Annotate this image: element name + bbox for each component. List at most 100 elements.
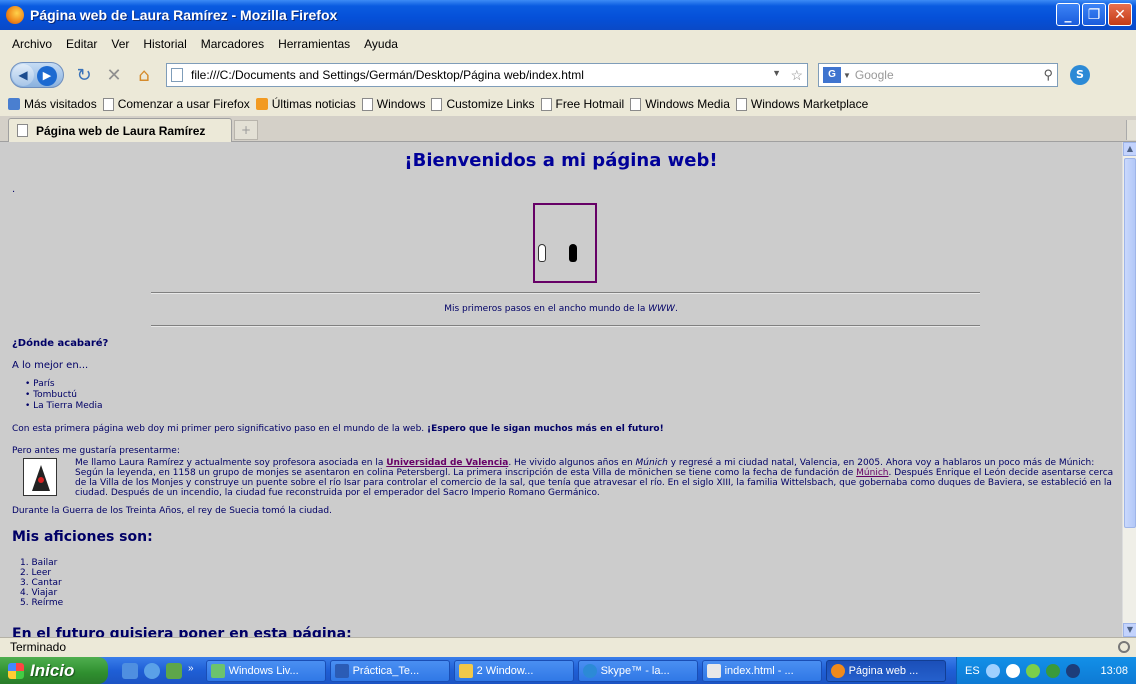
maybe-text: A lo mejor en... [12, 360, 89, 371]
taskbar-button-firefox[interactable]: Página web ... [825, 659, 946, 682]
scroll-up-icon[interactable]: ▲ [1123, 142, 1136, 156]
search-icon[interactable]: ⚲ [1043, 67, 1053, 83]
menu-archivo[interactable]: Archivo [10, 35, 54, 53]
list-item: Tombuctú [25, 390, 102, 401]
bookmark-comenzar[interactable]: Comenzar a usar Firefox [102, 97, 250, 111]
list-item: 4. Viajar [20, 588, 58, 598]
maximize-button[interactable]: ❐ [1082, 3, 1106, 26]
engine-dropdown-icon[interactable]: ▼ [843, 71, 851, 80]
scroll-down-icon[interactable]: ▼ [1123, 623, 1136, 637]
browser-icon[interactable] [144, 662, 160, 679]
skype-icon[interactable]: S [1070, 65, 1090, 85]
stop-icon[interactable]: ✕ [104, 65, 124, 86]
close-button[interactable]: ✕ [1108, 3, 1132, 26]
bookmark-windows-marketplace[interactable]: Windows Marketplace [735, 97, 869, 111]
page-icon [431, 97, 443, 111]
menu-historial[interactable]: Historial [141, 35, 188, 53]
bookmark-ultimas-noticias[interactable]: Últimas noticias [255, 97, 356, 111]
menu-bar: Archivo Editar Ver Historial Marcadores … [0, 30, 1136, 58]
bookmark-label: Windows Media [645, 97, 730, 111]
minimize-button[interactable]: _ [1056, 3, 1080, 26]
first-page-bold: ¡Espero que le sigan muchos más en el fu… [427, 424, 664, 434]
list-item: 5. Reírme [20, 598, 64, 608]
security-icon[interactable] [1025, 663, 1040, 678]
messenger-tray-icon[interactable] [1045, 663, 1060, 678]
list-item: La Tierra Media [25, 401, 102, 412]
reload-icon[interactable]: ↻ [74, 65, 94, 86]
volume-icon[interactable] [1005, 663, 1020, 678]
tab-scroll-button[interactable] [1126, 120, 1136, 140]
taskbar-label: Windows Liv... [228, 664, 299, 677]
google-engine-icon[interactable]: G [823, 67, 841, 83]
bookmark-customize-links[interactable]: Customize Links [431, 97, 535, 111]
list-item: 2. Leer [20, 568, 52, 578]
bookmark-windows-media[interactable]: Windows Media [630, 97, 730, 111]
navigation-toolbar: ◀ ▶ ↻ ✕ ⌂ file:///C:/Documents and Setti… [0, 58, 1136, 92]
menu-ver[interactable]: Ver [109, 35, 131, 53]
title-bar: Página web de Laura Ramírez - Mozilla Fi… [0, 0, 1136, 30]
show-desktop-icon[interactable] [122, 662, 138, 679]
clock: 13:08 [1100, 664, 1128, 677]
bookmark-mas-visitados[interactable]: Más visitados [8, 97, 97, 111]
bookmarks-bar: Más visitados Comenzar a usar Firefox Úl… [0, 92, 1136, 116]
taskbar-button-windows-group[interactable]: 2 Window... [453, 659, 574, 682]
page-icon [361, 97, 373, 111]
taskbar-label: Página web ... [848, 664, 919, 677]
page-icon [540, 97, 552, 111]
menu-ayuda[interactable]: Ayuda [362, 35, 400, 53]
munich-link[interactable]: Múnich [856, 468, 888, 478]
language-indicator[interactable]: ES [965, 665, 980, 677]
start-button[interactable]: Inicio [0, 657, 108, 684]
home-icon[interactable]: ⌂ [134, 65, 154, 86]
taskbar-label: index.html - ... [724, 664, 794, 677]
taskbar-button-practica[interactable]: Práctica_Te... [329, 659, 450, 682]
bookmark-star-icon[interactable]: ☆ [790, 67, 803, 84]
most-visited-icon [8, 98, 20, 110]
right-footprint [569, 244, 577, 262]
taskbar-button-index[interactable]: index.html - ... [701, 659, 822, 682]
bookmark-label: Customize Links [446, 97, 535, 111]
bookmark-label: Windows Marketplace [750, 97, 869, 111]
menu-herramientas[interactable]: Herramientas [276, 35, 352, 53]
menu-editar[interactable]: Editar [64, 35, 99, 53]
forward-icon[interactable]: ▶ [37, 66, 57, 86]
tab-active[interactable]: Página web de Laura Ramírez [8, 118, 232, 142]
window-title: Página web de Laura Ramírez - Mozilla Fi… [30, 7, 338, 23]
back-icon[interactable]: ◀ [12, 64, 34, 86]
tagline-end: . [674, 304, 678, 314]
divider-bottom [151, 325, 980, 327]
menu-marcadores[interactable]: Marcadores [199, 35, 266, 53]
places-list: París Tombuctú La Tierra Media [25, 379, 102, 412]
new-tab-button[interactable]: + [234, 120, 258, 140]
quick-launch-more-icon[interactable]: » [188, 663, 194, 679]
page-icon [630, 97, 642, 111]
network-icon[interactable] [985, 663, 1000, 678]
search-input[interactable]: G ▼ Google ⚲ [818, 63, 1058, 87]
app-icon[interactable] [166, 662, 182, 679]
page-icon [17, 124, 28, 137]
tab-bar: Página web de Laura Ramírez + [0, 116, 1136, 142]
taskbar-button-windows-live[interactable]: Windows Liv... [205, 659, 326, 682]
messenger-icon [210, 663, 225, 678]
list-item: 3. Cantar [20, 578, 62, 588]
scroll-thumb[interactable] [1124, 158, 1136, 528]
universidad-link[interactable]: Universidad de Valencia [386, 458, 508, 468]
taskbar-button-skype[interactable]: Skype™ - la... [577, 659, 698, 682]
back-forward-group: ◀ ▶ [10, 62, 64, 88]
bio-paragraph: Me llamo Laura Ramírez y actualmente soy… [75, 458, 1115, 498]
url-bar[interactable]: file:///C:/Documents and Settings/Germán… [166, 63, 808, 87]
bookmark-free-hotmail[interactable]: Free Hotmail [540, 97, 625, 111]
hobbies-heading: Mis aficiones son: [12, 529, 153, 545]
bookmark-windows[interactable]: Windows [361, 97, 425, 111]
bookmark-label: Free Hotmail [555, 97, 625, 111]
page-icon [102, 97, 114, 111]
page-content: ¡Bienvenidos a mi página web! . Mis prim… [0, 142, 1122, 637]
tray-app-icon[interactable] [1065, 663, 1080, 678]
windows-logo-icon [8, 662, 24, 679]
vertical-scrollbar[interactable]: ▲ ▼ [1122, 142, 1136, 637]
firefox-icon [830, 663, 845, 678]
history-dropdown-icon[interactable]: ▼ [772, 68, 781, 78]
page-icon [735, 97, 747, 111]
taskbar: Inicio » Windows Liv... Práctica_Te... 2… [0, 657, 1136, 684]
search-placeholder: Google [854, 68, 894, 82]
